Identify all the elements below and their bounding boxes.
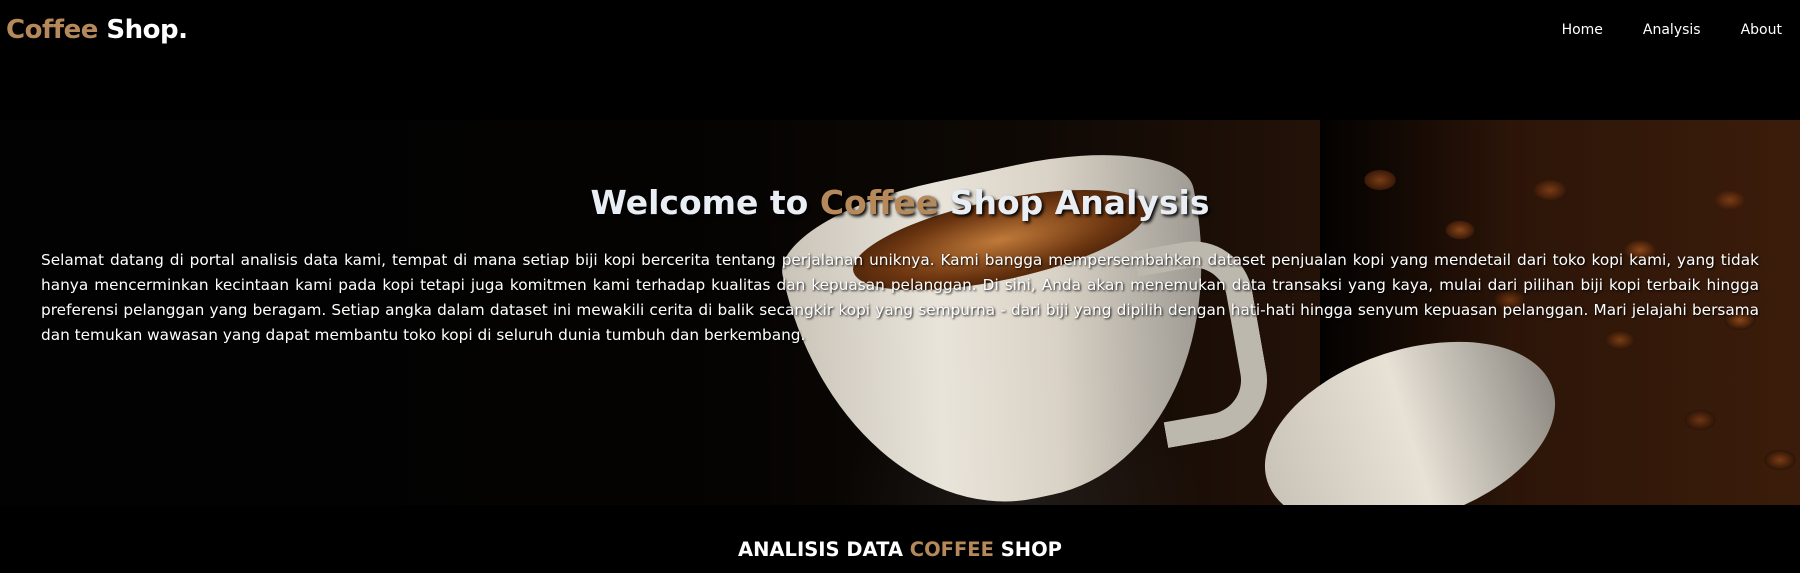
hero-content: Welcome to Coffee Shop Analysis Selamat …: [0, 120, 1800, 505]
hero-title-pre: Welcome to: [590, 183, 820, 222]
section-title-accent: COFFEE: [909, 538, 994, 561]
nav-link-home[interactable]: Home: [1542, 22, 1623, 38]
section-title: ANALISIS DATA COFFEE SHOP: [0, 538, 1800, 561]
logo-word-coffee: Coffee: [6, 15, 98, 45]
nav-links: Home Analysis About: [1542, 22, 1782, 38]
logo-word-shop: Shop.: [106, 15, 188, 45]
section-title-post: SHOP: [993, 538, 1062, 561]
nav-link-analysis[interactable]: Analysis: [1623, 22, 1721, 38]
hero-description: Selamat datang di portal analisis data k…: [41, 251, 1759, 344]
navbar: Coffee Shop. Home Analysis About: [0, 0, 1800, 60]
nav-link-about[interactable]: About: [1721, 22, 1782, 38]
hero-title-accent: Coffee: [819, 183, 939, 222]
site-logo[interactable]: Coffee Shop.: [6, 15, 188, 45]
hero-title-post: Shop Analysis: [938, 183, 1210, 222]
section-title-pre: ANALISIS DATA: [738, 538, 910, 561]
hero-title: Welcome to Coffee Shop Analysis: [41, 183, 1759, 222]
